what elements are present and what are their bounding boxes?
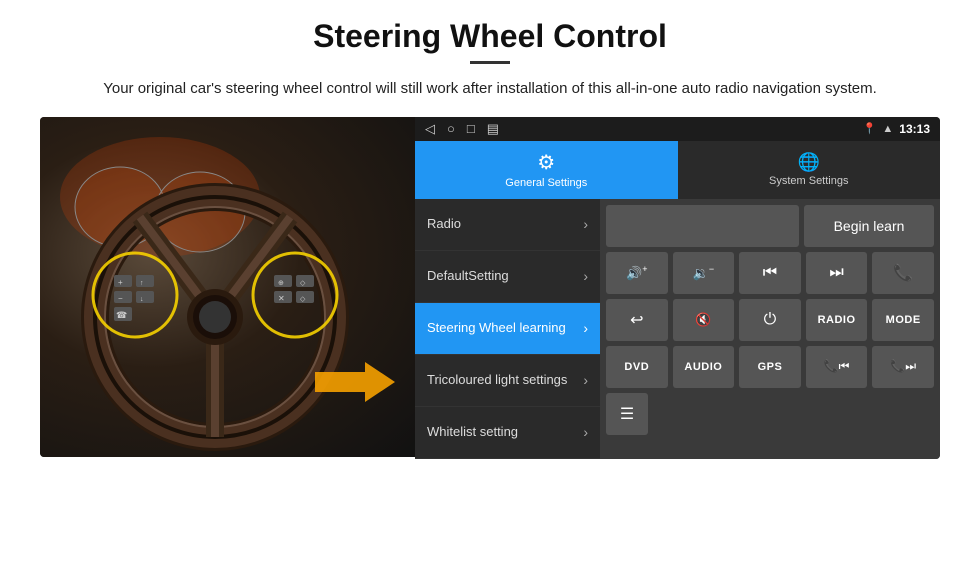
dvd-label: DVD: [624, 361, 649, 373]
whitelist-icon-button[interactable]: ☰: [606, 393, 648, 435]
row-call-controls: ↩ 🔇 ⏻ RADIO MODE: [606, 299, 934, 341]
svg-text:◇: ◇: [300, 296, 306, 303]
mute-button[interactable]: 🔇: [673, 299, 735, 341]
answer-call-button[interactable]: 📞: [872, 252, 934, 294]
title-divider: [470, 61, 510, 64]
menu-arrow-steering: ›: [583, 320, 588, 336]
general-settings-icon: ⚙: [537, 150, 555, 175]
radio-button[interactable]: RADIO: [806, 299, 868, 341]
gps-button[interactable]: GPS: [739, 346, 801, 388]
status-bar-right: 📍 ▲ 13:13: [863, 122, 930, 136]
back-icon[interactable]: ◁: [425, 121, 435, 137]
power-button[interactable]: ⏻: [739, 299, 801, 341]
page-title: Steering Wheel Control: [40, 18, 940, 55]
menu-item-whitelist[interactable]: Whitelist setting ›: [415, 407, 600, 459]
volume-up-button[interactable]: 🔊+: [606, 252, 668, 294]
row-media-controls: 🔊+ 🔉− ⏮ ⏭ 📞: [606, 252, 934, 294]
menu-icon[interactable]: ▤: [487, 121, 499, 137]
menu-item-radio-label: Radio: [427, 216, 583, 233]
tab-general-settings[interactable]: ⚙ General Settings: [415, 141, 678, 199]
menu-item-default[interactable]: DefaultSetting ›: [415, 251, 600, 303]
android-panel: ◁ ○ □ ▤ 📍 ▲ 13:13 ⚙ General Settings: [415, 117, 940, 459]
svg-text:☎: ☎: [116, 310, 127, 320]
hang-up-button[interactable]: ↩: [606, 299, 668, 341]
wifi-icon: ▲: [882, 123, 893, 135]
tab-system-label: System Settings: [769, 175, 848, 187]
system-settings-icon: 🌐: [798, 152, 820, 173]
volume-down-button[interactable]: 🔉−: [673, 252, 735, 294]
key-input-display: [606, 205, 799, 247]
menu-arrow-radio: ›: [583, 216, 588, 232]
begin-learn-button[interactable]: Begin learn: [804, 205, 934, 247]
menu-arrow-whitelist: ›: [583, 424, 588, 440]
row-whitelist: ☰: [606, 393, 934, 435]
row-begin-learn: Begin learn: [606, 205, 934, 247]
mode-button[interactable]: MODE: [872, 299, 934, 341]
steering-wheel-image: + − ↑ ↓ ☎ ⊕ ✕ ◇ ◇: [40, 117, 415, 457]
menu-list: Radio › DefaultSetting › Steering Wheel …: [415, 199, 600, 459]
menu-item-default-label: DefaultSetting: [427, 268, 583, 285]
menu-item-radio[interactable]: Radio ›: [415, 199, 600, 251]
menu-arrow-default: ›: [583, 268, 588, 284]
svg-text:+: +: [118, 278, 123, 287]
tab-system-settings[interactable]: 🌐 System Settings: [678, 141, 941, 199]
answer-call-icon: 📞: [893, 263, 913, 283]
recents-icon[interactable]: □: [467, 121, 475, 136]
phone-next-button[interactable]: 📞⏭: [872, 346, 934, 388]
content-area: + − ↑ ↓ ☎ ⊕ ✕ ◇ ◇: [40, 117, 940, 459]
next-track-button[interactable]: ⏭: [806, 252, 868, 294]
dvd-button[interactable]: DVD: [606, 346, 668, 388]
home-icon[interactable]: ○: [447, 121, 455, 136]
radio-label: RADIO: [818, 314, 856, 326]
hang-up-icon: ↩: [630, 310, 643, 330]
mute-icon: 🔇: [695, 312, 711, 328]
svg-text:−: −: [118, 294, 123, 303]
page-container: Steering Wheel Control Your original car…: [0, 0, 980, 479]
menu-item-tricoloured[interactable]: Tricoloured light settings ›: [415, 355, 600, 407]
volume-up-icon: 🔊+: [626, 264, 647, 281]
whitelist-icon: ☰: [620, 404, 634, 424]
mode-label: MODE: [886, 314, 921, 326]
menu-arrow-tricoloured: ›: [583, 372, 588, 388]
audio-label: AUDIO: [684, 361, 722, 373]
phone-prev-button[interactable]: 📞⏮: [806, 346, 868, 388]
tab-general-label: General Settings: [505, 177, 587, 189]
menu-area: Radio › DefaultSetting › Steering Wheel …: [415, 199, 940, 459]
volume-down-icon: 🔉−: [693, 264, 714, 281]
prev-track-button[interactable]: ⏮: [739, 252, 801, 294]
phone-prev-icon: 📞⏮: [824, 359, 850, 374]
status-bar-left: ◁ ○ □ ▤: [425, 121, 499, 137]
status-time: 13:13: [899, 122, 930, 136]
steering-bg: + − ↑ ↓ ☎ ⊕ ✕ ◇ ◇: [40, 117, 415, 457]
menu-item-steering[interactable]: Steering Wheel learning ›: [415, 303, 600, 355]
power-icon: ⏻: [764, 311, 777, 329]
next-track-icon: ⏭: [829, 264, 843, 282]
svg-text:↓: ↓: [140, 296, 144, 303]
svg-text:◇: ◇: [300, 280, 306, 287]
control-panel: Begin learn 🔊+ 🔉− ⏮: [600, 199, 940, 459]
svg-text:⊕: ⊕: [278, 280, 284, 287]
menu-item-steering-label: Steering Wheel learning: [427, 320, 583, 337]
status-bar: ◁ ○ □ ▤ 📍 ▲ 13:13: [415, 117, 940, 141]
menu-item-tricoloured-label: Tricoloured light settings: [427, 372, 583, 389]
gps-label: GPS: [758, 361, 783, 373]
audio-button[interactable]: AUDIO: [673, 346, 735, 388]
tab-bar: ⚙ General Settings 🌐 System Settings: [415, 141, 940, 199]
phone-next-icon: 📞⏭: [890, 359, 916, 374]
svg-text:↑: ↑: [140, 280, 144, 287]
location-icon: 📍: [863, 122, 877, 135]
row-source-controls: DVD AUDIO GPS 📞⏮ 📞⏭: [606, 346, 934, 388]
prev-track-icon: ⏮: [763, 264, 777, 282]
svg-text:✕: ✕: [278, 294, 285, 303]
menu-item-whitelist-label: Whitelist setting: [427, 424, 583, 441]
page-subtitle: Your original car's steering wheel contr…: [40, 78, 940, 101]
